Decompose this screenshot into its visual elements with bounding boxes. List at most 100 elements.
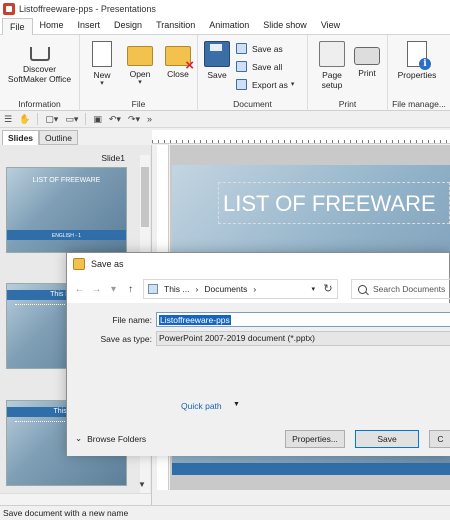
file-name-field[interactable]: Listoffreeware-pps: [156, 312, 450, 327]
save-type-row: Save as type: PowerPoint 2007-2019 docum…: [67, 330, 450, 347]
new-file-icon[interactable]: ▢▾: [45, 114, 58, 125]
file-name-row: File name: Listoffreeware-pps: [67, 311, 450, 328]
redo-icon[interactable]: ↷▾: [128, 114, 140, 125]
printer-icon: [354, 47, 380, 65]
ribbon-tabs: File Home Insert Design Transition Anima…: [0, 17, 450, 35]
open-folder-icon[interactable]: ▭▾: [65, 114, 78, 125]
slide-title-box[interactable]: LIST OF FREEWARE: [218, 182, 450, 224]
panel-tabs: Slides Outline: [2, 130, 78, 145]
chevron-down-icon: ▾: [138, 79, 142, 86]
tab-transition[interactable]: Transition: [149, 17, 202, 34]
discover-label: Discover SoftMaker Office: [7, 64, 72, 84]
tab-insert[interactable]: Insert: [71, 17, 108, 34]
save-label: Save: [207, 70, 227, 80]
save-icon[interactable]: ▣: [93, 114, 102, 125]
app-icon: [3, 2, 15, 15]
separator: [85, 113, 87, 125]
window-title: Listoffreeware-pps - Presentations: [19, 3, 156, 14]
horizontal-ruler: [152, 130, 450, 144]
forward-icon[interactable]: →: [88, 284, 105, 295]
breadcrumb-documents[interactable]: Documents: [204, 284, 247, 294]
chevron-down-icon: ⌄: [75, 433, 83, 443]
save-all-icon: [236, 61, 247, 72]
save-type-select[interactable]: PowerPoint 2007-2019 document (*.pptx): [156, 331, 450, 346]
properties-button[interactable]: Properties...: [285, 430, 345, 448]
search-icon: [358, 284, 367, 294]
tab-design[interactable]: Design: [107, 17, 149, 34]
group-information: Discover SoftMaker Office Information: [0, 35, 80, 111]
refresh-icon[interactable]: ↻: [319, 279, 337, 299]
page-setup-icon: [319, 41, 345, 67]
browse-folders-toggle[interactable]: ⌄ Browse Folders: [75, 433, 146, 444]
page-setup-label: Page setup: [321, 70, 343, 90]
new-label: New: [93, 70, 111, 80]
file-name-label: File name:: [112, 314, 152, 325]
tab-view[interactable]: View: [314, 17, 347, 34]
search-input[interactable]: Search Documents: [351, 279, 450, 299]
export-icon: [236, 79, 247, 90]
recent-dropdown-icon[interactable]: ▾: [105, 284, 122, 295]
tab-outline[interactable]: Outline: [39, 130, 78, 145]
dialog-app-icon: [73, 258, 85, 270]
save-all-button[interactable]: Save all: [236, 59, 294, 74]
save-as-dialog: Save as ← → ▾ ↑ This ... › Documents › ▾…: [66, 252, 450, 456]
print-label: Print: [358, 68, 376, 78]
chevron-down-icon[interactable]: ▼: [233, 401, 240, 408]
quick-path-link[interactable]: Quick path: [181, 401, 222, 411]
search-placeholder: Search Documents: [373, 284, 446, 294]
floppy-disk-icon: [204, 41, 230, 67]
dialog-navbar: ← → ▾ ↑ This ... › Documents › ▾ ↻ Searc…: [67, 279, 450, 299]
save-all-label: Save all: [252, 61, 283, 72]
tab-slide-show[interactable]: Slide show: [256, 17, 314, 34]
save-as-icon: [236, 43, 247, 54]
chevron-right-icon: ›: [195, 284, 199, 294]
close-folder-icon: [165, 46, 194, 71]
slides-hscrollbar[interactable]: [0, 493, 151, 505]
slide-thumbnail-1[interactable]: LIST OF FREEWARE ENGLISH - 1: [6, 167, 127, 253]
group-label-document: Document: [233, 99, 272, 109]
group-document: Save Save as Save all Export as ▾ Docume…: [198, 35, 308, 111]
slide-band: [172, 463, 450, 475]
tab-home[interactable]: Home: [33, 17, 71, 34]
dialog-titlebar: Save as: [67, 253, 449, 275]
breadcrumb-this-pc[interactable]: This ...: [164, 284, 190, 294]
group-label-file: File: [131, 99, 146, 109]
status-bar: Save document with a new name: [0, 505, 450, 520]
undo-icon[interactable]: ↶▾: [109, 114, 121, 125]
scrollbar-thumb[interactable]: [141, 167, 149, 227]
back-icon[interactable]: ←: [71, 284, 88, 295]
separator: [37, 113, 39, 125]
cancel-button[interactable]: C: [429, 430, 450, 448]
title-bar: Listoffreeware-pps - Presentations: [0, 0, 450, 17]
tab-file[interactable]: File: [2, 18, 33, 35]
pointer-icon[interactable]: ☰: [4, 114, 12, 125]
group-file: New ▾ Open ▾ Close File: [80, 35, 198, 111]
browse-folders-label: Browse Folders: [87, 433, 147, 444]
save-type-label: Save as type:: [100, 333, 152, 344]
quick-access-toolbar: ☰ ✋ ▢▾ ▭▾ ▣ ↶▾ ↷▾ »: [0, 111, 450, 128]
group-label-file-manage: File manage...: [392, 99, 446, 109]
ribbon: Discover SoftMaker Office Information Ne…: [0, 35, 450, 111]
info-icon: [407, 41, 431, 70]
address-bar[interactable]: This ... › Documents › ▾: [143, 279, 338, 299]
save-button[interactable]: Save: [355, 430, 419, 448]
group-label-print: Print: [338, 99, 357, 109]
tab-slides[interactable]: Slides: [2, 130, 40, 145]
properties-label: Properties: [397, 70, 437, 80]
pc-icon: [148, 284, 158, 294]
tab-animation[interactable]: Animation: [202, 17, 256, 34]
export-as-button[interactable]: Export as ▾: [236, 77, 294, 92]
save-as-button[interactable]: Save as: [236, 41, 294, 56]
chevron-down-icon: ▾: [290, 80, 295, 88]
group-file-manage: Properties File manage...: [388, 35, 450, 111]
dialog-title: Save as: [91, 259, 124, 269]
group-print: Page setup Print Print: [308, 35, 388, 111]
file-name-value: Listoffreeware-pps: [159, 314, 231, 325]
group-label-information: Information: [18, 99, 61, 109]
up-icon[interactable]: ↑: [122, 284, 139, 295]
address-dropdown-icon[interactable]: ▾: [311, 285, 315, 293]
scroll-down-icon[interactable]: ▼: [138, 480, 146, 489]
hand-icon[interactable]: ✋: [19, 114, 30, 125]
more-icon[interactable]: »: [147, 114, 152, 124]
slide-number-label: Slide1: [101, 153, 125, 163]
